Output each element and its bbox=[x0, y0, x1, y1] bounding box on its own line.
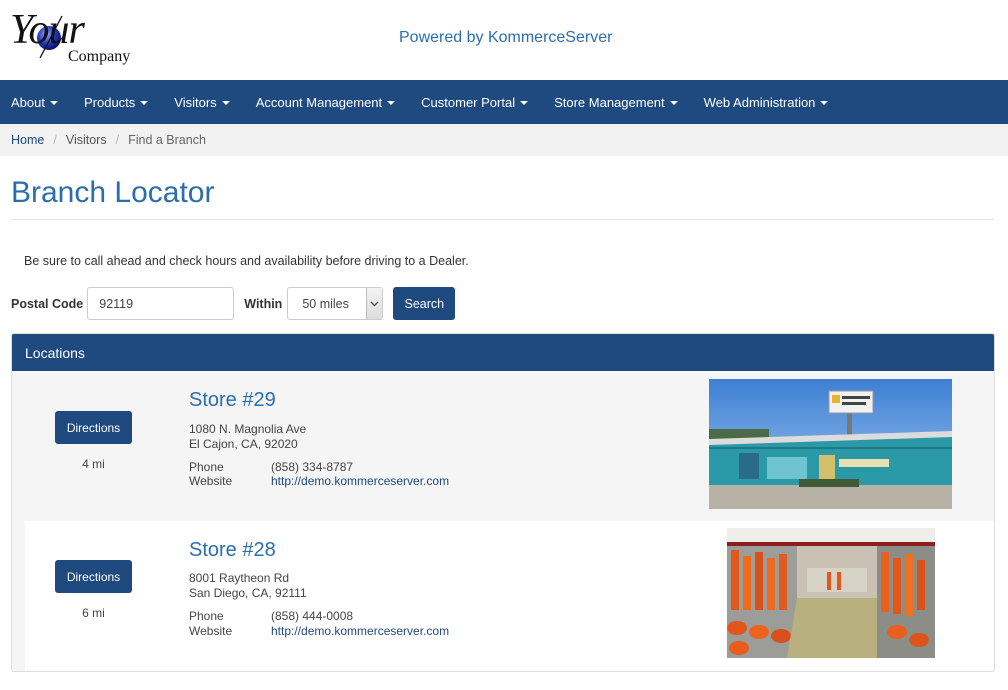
within-select-value: 50 miles bbox=[302, 296, 349, 311]
nav-visitors[interactable]: Visitors bbox=[174, 94, 230, 110]
store-name[interactable]: Store #28 bbox=[189, 539, 276, 562]
search-form: Postal Code 92119 Within 50 miles Search bbox=[11, 287, 456, 320]
store-row: Directions 6 mi Store #28 8001 Raytheon … bbox=[12, 521, 994, 671]
caret-down-icon bbox=[221, 100, 230, 105]
nav-account-management[interactable]: Account Management bbox=[255, 94, 396, 110]
website-label: Website bbox=[189, 474, 233, 488]
breadcrumb-separator: / bbox=[115, 133, 120, 147]
postal-code-value: 92119 bbox=[99, 296, 134, 311]
nav-web-administration-label: Web Administration bbox=[703, 94, 816, 110]
store-address-line1: 1080 N. Magnolia Ave bbox=[189, 422, 307, 436]
page-title: Branch Locator bbox=[11, 176, 215, 209]
phone-value: (858) 334-8787 bbox=[271, 460, 354, 474]
locations-heading: Locations bbox=[12, 334, 994, 371]
website-link[interactable]: http://demo.kommerceserver.com bbox=[271, 474, 449, 488]
nav-account-management-label: Account Management bbox=[255, 94, 383, 110]
store-28-photo bbox=[727, 528, 935, 658]
nav-products[interactable]: Products bbox=[83, 94, 149, 110]
nav-about[interactable]: About bbox=[11, 95, 58, 110]
website-link[interactable]: http://demo.kommerceserver.com bbox=[271, 624, 449, 638]
store-name[interactable]: Store #29 bbox=[189, 389, 276, 412]
store-distance: 6 mi bbox=[82, 606, 105, 620]
postal-code-label: Postal Code bbox=[11, 296, 84, 311]
phone-label: Phone bbox=[189, 609, 224, 623]
company-logo[interactable]: Your Company bbox=[10, 6, 140, 70]
nav-visitors-label: Visitors bbox=[174, 94, 217, 110]
caret-down-icon bbox=[520, 100, 529, 105]
nav-products-label: Products bbox=[83, 94, 136, 110]
store-address-line2: San Diego, CA, 92111 bbox=[189, 586, 307, 600]
postal-code-input[interactable]: 92119 bbox=[87, 287, 235, 320]
directions-button[interactable]: Directions bbox=[55, 560, 132, 593]
nav-customer-portal-label: Customer Portal bbox=[421, 94, 516, 110]
breadcrumb-separator: / bbox=[53, 133, 57, 147]
store-address-line2: El Cajon, CA, 92020 bbox=[189, 437, 298, 451]
search-button[interactable]: Search bbox=[393, 287, 456, 320]
breadcrumb-current: Find a Branch bbox=[128, 133, 206, 147]
nav-store-management-label: Store Management bbox=[554, 94, 665, 110]
nav-about-label: About bbox=[11, 94, 45, 110]
locations-panel: Locations Directions 4 mi Store #29 1080… bbox=[11, 333, 995, 672]
caret-down-icon bbox=[820, 100, 829, 105]
phone-value: (858) 444-0008 bbox=[271, 609, 354, 623]
caret-down-icon bbox=[49, 100, 58, 105]
main-navbar: About Products Visitors Account Manageme… bbox=[0, 80, 1008, 124]
store-address-line1: 8001 Raytheon Rd bbox=[189, 571, 290, 585]
nav-store-management[interactable]: Store Management bbox=[554, 95, 678, 110]
powered-by-text: Powered by KommerceServer bbox=[399, 29, 613, 46]
breadcrumb: Home / Visitors / Find a Branch bbox=[0, 124, 1008, 156]
caret-down-icon bbox=[140, 100, 149, 105]
store-row: Directions 4 mi Store #29 1080 N. Magnol… bbox=[12, 371, 994, 521]
website-label: Website bbox=[189, 624, 233, 638]
directions-button[interactable]: Directions bbox=[55, 411, 132, 444]
nav-customer-portal[interactable]: Customer Portal bbox=[421, 94, 529, 110]
logo-your-text: Your bbox=[10, 7, 85, 53]
nav-web-administration[interactable]: Web Administration bbox=[704, 95, 829, 110]
caret-down-icon bbox=[387, 100, 396, 105]
logo-company-text: Company bbox=[68, 48, 131, 65]
notice-text: Be sure to call ahead and check hours an… bbox=[24, 254, 469, 268]
store-distance: 4 mi bbox=[82, 457, 105, 471]
caret-down-icon bbox=[669, 100, 678, 105]
breadcrumb-visitors[interactable]: Visitors bbox=[66, 133, 107, 147]
title-divider bbox=[11, 219, 994, 220]
phone-label: Phone bbox=[189, 460, 224, 474]
within-select[interactable]: 50 miles bbox=[287, 287, 384, 320]
store-29-photo bbox=[709, 379, 952, 509]
select-arrow-button[interactable] bbox=[366, 288, 383, 319]
chevron-down-icon bbox=[370, 301, 379, 306]
site-header: Your Company Powered by KommerceServer bbox=[0, 0, 1008, 80]
breadcrumb-home[interactable]: Home bbox=[11, 133, 44, 147]
within-label: Within bbox=[244, 296, 283, 311]
